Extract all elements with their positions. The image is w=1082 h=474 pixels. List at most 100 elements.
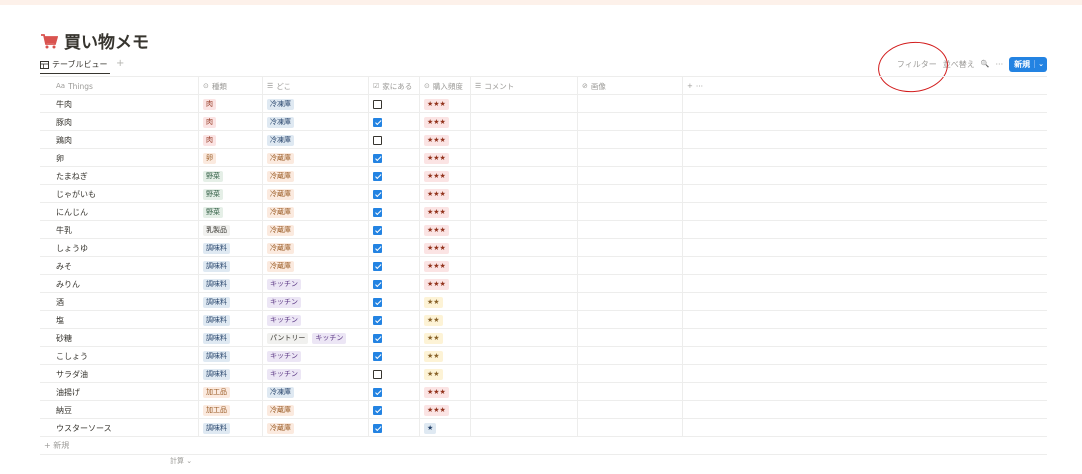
cell-frequency[interactable]: ★★★ — [420, 203, 471, 221]
cell-kind[interactable]: 加工品 — [199, 383, 263, 401]
cell-image[interactable] — [578, 365, 683, 383]
cell-image[interactable] — [578, 419, 683, 437]
cell-comment[interactable] — [471, 401, 578, 419]
cell-things[interactable]: 酒 — [40, 293, 199, 311]
cell-frequency[interactable]: ★★ — [420, 347, 471, 365]
calculate-button[interactable]: 計算 ⌄ — [170, 456, 192, 466]
column-header-0[interactable]: Aa Things — [40, 77, 199, 95]
cell-kind[interactable]: 乳製品 — [199, 221, 263, 239]
cell-frequency[interactable]: ★★ — [420, 311, 471, 329]
cell-comment[interactable] — [471, 131, 578, 149]
checkbox[interactable] — [373, 279, 382, 289]
cell-image[interactable] — [578, 185, 683, 203]
cell-where[interactable]: キッチン — [263, 311, 369, 329]
new-button[interactable]: 新規 ⌄ — [1009, 56, 1047, 72]
cell-where[interactable]: パントリー キッチン — [263, 329, 369, 347]
cell-kind[interactable]: 肉 — [199, 95, 263, 113]
checkbox[interactable] — [373, 387, 382, 397]
cell-comment[interactable] — [471, 149, 578, 167]
cell-frequency[interactable]: ★★★ — [420, 257, 471, 275]
cell-image[interactable] — [578, 239, 683, 257]
cell-image[interactable] — [578, 131, 683, 149]
cell-kind[interactable]: 調味料 — [199, 365, 263, 383]
cell-where[interactable]: 冷蔵庫 — [263, 149, 369, 167]
cell-kind[interactable]: 肉 — [199, 113, 263, 131]
cell-comment[interactable] — [471, 293, 578, 311]
table-row[interactable]: サラダ油 調味料 キッチン ★★ — [40, 365, 1047, 383]
column-header-2[interactable]: ☰ どこ — [263, 77, 369, 95]
cell-kind[interactable]: 調味料 — [199, 239, 263, 257]
checkbox[interactable] — [373, 135, 382, 145]
cell-where[interactable]: 冷凍庫 — [263, 383, 369, 401]
cell-image[interactable] — [578, 293, 683, 311]
cell-image[interactable] — [578, 347, 683, 365]
table-row[interactable]: みりん 調味料 キッチン ★★★ — [40, 275, 1047, 293]
table-row[interactable]: みそ 調味料 冷蔵庫 ★★★ — [40, 257, 1047, 275]
cell-image[interactable] — [578, 203, 683, 221]
checkbox[interactable] — [373, 261, 382, 271]
cell-frequency[interactable]: ★★★ — [420, 401, 471, 419]
cell-where[interactable]: 冷蔵庫 — [263, 257, 369, 275]
table-row[interactable]: じゃがいも 野菜 冷蔵庫 ★★★ — [40, 185, 1047, 203]
cell-where[interactable]: 冷蔵庫 — [263, 419, 369, 437]
filter-button[interactable]: フィルター — [897, 59, 937, 70]
cell-image[interactable] — [578, 113, 683, 131]
column-header-1[interactable]: ⊙ 種類 — [199, 77, 263, 95]
cell-where[interactable]: キッチン — [263, 275, 369, 293]
cell-things[interactable]: しょうゆ — [40, 239, 199, 257]
cell-where[interactable]: 冷蔵庫 — [263, 203, 369, 221]
sort-button[interactable]: 並べ替え — [943, 59, 975, 70]
cell-frequency[interactable]: ★★★ — [420, 239, 471, 257]
checkbox[interactable] — [373, 369, 382, 379]
column-header-3[interactable]: ☑ 家にある — [369, 77, 420, 95]
cell-kind[interactable]: 調味料 — [199, 419, 263, 437]
cell-things[interactable]: サラダ油 — [40, 365, 199, 383]
cell-kind[interactable]: 調味料 — [199, 347, 263, 365]
cell-comment[interactable] — [471, 239, 578, 257]
cell-frequency[interactable]: ★★★ — [420, 383, 471, 401]
checkbox[interactable] — [373, 207, 382, 217]
cell-comment[interactable] — [471, 275, 578, 293]
cell-where[interactable]: キッチン — [263, 365, 369, 383]
cell-kind[interactable]: 調味料 — [199, 275, 263, 293]
table-row[interactable]: 牛肉肉 冷凍庫 ★★★ — [40, 95, 1047, 113]
column-header-5[interactable]: ☰ コメント — [471, 77, 578, 95]
more-options-button[interactable]: ··· — [995, 60, 1003, 69]
cell-things[interactable]: 納豆 — [40, 401, 199, 419]
cell-kind[interactable]: 卵 — [199, 149, 263, 167]
checkbox[interactable] — [373, 225, 382, 235]
checkbox[interactable] — [373, 153, 382, 163]
cell-where[interactable]: キッチン — [263, 347, 369, 365]
cell-kind[interactable]: 調味料 — [199, 329, 263, 347]
cell-comment[interactable] — [471, 113, 578, 131]
cell-where[interactable]: 冷蔵庫 — [263, 239, 369, 257]
table-row[interactable]: 鶏肉肉 冷凍庫 ★★★ — [40, 131, 1047, 149]
cell-image[interactable] — [578, 311, 683, 329]
cell-kind[interactable]: 肉 — [199, 131, 263, 149]
cell-comment[interactable] — [471, 365, 578, 383]
tab-table-view[interactable]: テーブルビュー — [40, 56, 110, 74]
checkbox[interactable] — [373, 189, 382, 199]
table-row[interactable]: 牛乳 乳製品 冷蔵庫 ★★★ — [40, 221, 1047, 239]
table-row[interactable]: ウスターソース 調味料 冷蔵庫 ★ — [40, 419, 1047, 437]
cell-where[interactable]: 冷蔵庫 — [263, 401, 369, 419]
add-view-button[interactable]: + — [116, 58, 124, 69]
checkbox[interactable] — [373, 423, 382, 433]
column-header-6[interactable]: ⊘ 画像 — [578, 77, 683, 95]
cell-image[interactable] — [578, 221, 683, 239]
cell-kind[interactable]: 調味料 — [199, 257, 263, 275]
cell-image[interactable] — [578, 257, 683, 275]
cell-frequency[interactable]: ★★★ — [420, 131, 471, 149]
cell-image[interactable] — [578, 329, 683, 347]
cell-kind[interactable]: 調味料 — [199, 311, 263, 329]
cell-frequency[interactable]: ★★★ — [420, 185, 471, 203]
checkbox[interactable] — [373, 333, 382, 343]
cell-things[interactable]: 牛肉 — [40, 95, 199, 113]
cell-frequency[interactable]: ★ — [420, 419, 471, 437]
table-row[interactable]: こしょう 調味料 キッチン ★★ — [40, 347, 1047, 365]
cell-things[interactable]: じゃがいも — [40, 185, 199, 203]
table-row[interactable]: 納豆 加工品 冷蔵庫 ★★★ — [40, 401, 1047, 419]
cell-frequency[interactable]: ★★★ — [420, 149, 471, 167]
cell-image[interactable] — [578, 95, 683, 113]
cell-things[interactable]: こしょう — [40, 347, 199, 365]
